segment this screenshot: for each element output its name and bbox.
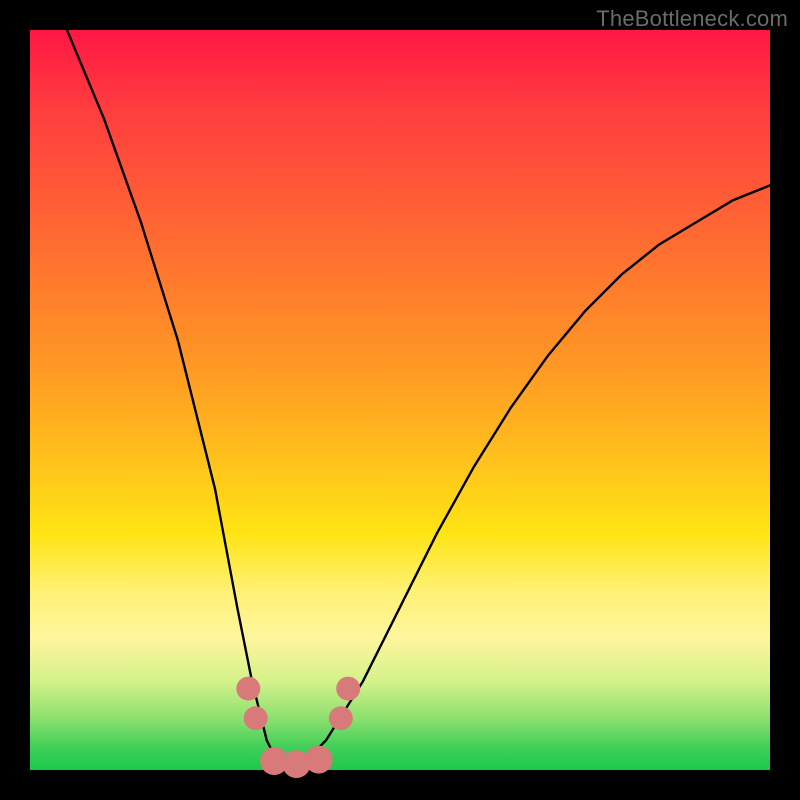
chart-frame: TheBottleneck.com (0, 0, 800, 800)
left-cluster-lower (244, 706, 268, 730)
floor-segment-right (305, 746, 333, 774)
right-cluster-lower (329, 706, 353, 730)
markers-group (236, 677, 360, 779)
plot-area (30, 30, 770, 770)
left-cluster-upper (236, 677, 260, 701)
bottleneck-curve (67, 30, 770, 770)
right-cluster-upper (336, 677, 360, 701)
watermark-text: TheBottleneck.com (596, 6, 788, 32)
curve-svg (30, 30, 770, 770)
